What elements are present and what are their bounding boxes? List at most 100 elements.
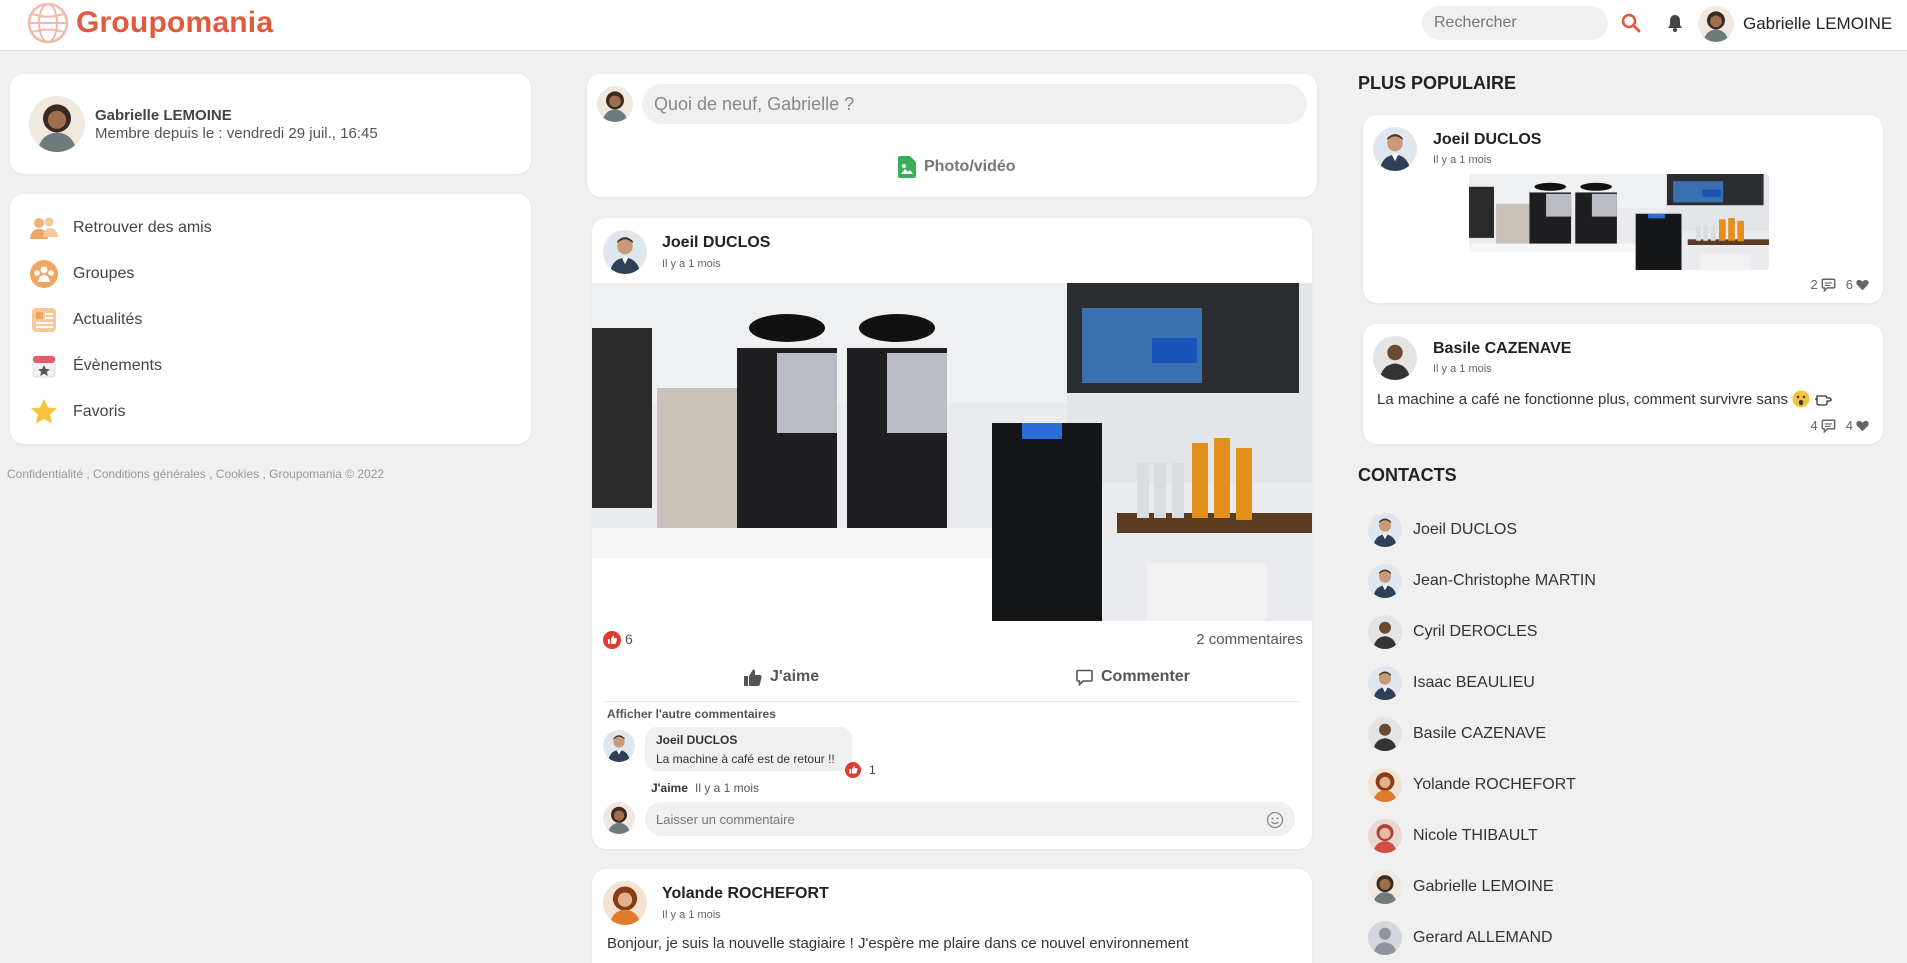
thumbs-up-icon [744,669,762,686]
contact-name: Gerard ALLEMAND [1413,929,1553,946]
contact-item[interactable]: Gerard ALLEMAND [1368,921,1553,955]
photo-video-button[interactable]: Photo/vidéo [898,156,1016,178]
emoji-icon[interactable] [1266,811,1284,829]
like-count: 6 [625,631,633,647]
avatar[interactable] [603,881,647,925]
bell-icon[interactable] [1665,13,1685,33]
composer-input[interactable] [642,84,1307,124]
sidebar-item-news[interactable]: Actualités [27,300,142,340]
comment-count[interactable]: 2 commentaires [1196,631,1303,648]
post-author[interactable]: Yolande ROCHEFORT [662,885,829,903]
popular-post[interactable]: Basile CAZENAVE Il y a 1 mois La machine… [1363,324,1883,444]
comment-time: Il y a 1 mois [695,781,760,795]
post-image[interactable] [592,283,1312,621]
like-reaction-icon [845,762,861,778]
contact-item[interactable]: Isaac BEAULIEU [1368,666,1535,700]
contact-name: Basile CAZENAVE [1413,725,1547,742]
avatar [1368,921,1402,955]
post-author[interactable]: Joeil DUCLOS [662,234,770,252]
comment-input[interactable] [645,802,1295,836]
sidebar-item-events[interactable]: Évènements [27,346,162,386]
groups-icon [27,257,61,291]
sidebar-item-friends[interactable]: Retrouver des amis [27,208,212,248]
post-stats: 4 4 [1811,418,1869,433]
avatar [1368,615,1402,649]
like-stat: 6 [1846,277,1869,292]
comment-stat: 4 [1811,418,1836,433]
globe-icon [27,2,69,44]
contact-item[interactable]: Jean-Christophe MARTIN [1368,564,1596,598]
post-time: Il y a 1 mois [662,258,721,270]
post-author[interactable]: Joeil DUCLOS [1433,131,1541,149]
header-avatar[interactable] [1698,6,1734,42]
events-icon [27,349,61,383]
comment-icon [1076,669,1093,686]
profile-card: Gabrielle LEMOINE Membre depuis le : ven… [10,74,531,174]
sidebar-item-label: Groupes [73,265,135,282]
like-button[interactable]: J'aime [744,668,819,686]
contact-item[interactable]: Cyril DEROCLES [1368,615,1537,649]
contact-item[interactable]: Joeil DUCLOS [1368,513,1517,547]
avatar[interactable] [1373,127,1417,171]
contact-name: Joeil DUCLOS [1413,521,1518,538]
divider [604,701,1300,702]
like-stat-count: 6 [1845,277,1853,292]
avatar[interactable] [603,230,647,274]
post-text: Bonjour, je suis la nouvelle stagiaire !… [607,935,1189,952]
avatar[interactable] [603,730,635,762]
contact-item[interactable]: Basile CAZENAVE [1368,717,1546,751]
sidebar-item-label: Retrouver des amis [73,219,212,236]
comment-like-count: 1 [869,763,876,777]
contact-name: Nicole THIBAULT [1413,827,1538,844]
contact-name: Jean-Christophe MARTIN [1413,572,1596,589]
surprised-emoji-icon [1792,390,1810,408]
heart-icon [1856,279,1869,290]
comment-label: Commenter [1101,668,1190,685]
popular-post[interactable]: Joeil DUCLOS Il y a 1 mois 2 6 [1363,115,1883,303]
avatar [1368,513,1402,547]
avatar[interactable] [29,96,85,152]
logo-text: Groupomania [76,6,274,39]
post-thumbnail[interactable] [1469,174,1769,270]
comment-author[interactable]: Joeil DUCLOS [656,733,737,747]
show-other-comments-link[interactable]: Afficher l'autre commentaires [607,707,776,721]
comment-stat: 2 [1811,277,1836,292]
avatar [1368,717,1402,751]
feed-post: Joeil DUCLOS Il y a 1 mois 6 2 commentai… [592,218,1312,849]
contact-name: Isaac BEAULIEU [1413,674,1535,691]
search-input[interactable] [1422,6,1608,40]
feed-post: Yolande ROCHEFORT Il y a 1 mois Bonjour,… [592,869,1312,963]
sidebar-item-groups[interactable]: Groupes [27,254,134,294]
header-user-name[interactable]: Gabrielle LEMOINE [1743,14,1892,34]
like-reaction-icon [603,631,621,649]
post-time: Il y a 1 mois [662,909,721,921]
avatar[interactable] [603,802,635,834]
like-stat-count: 4 [1845,418,1853,433]
avatar [1368,768,1402,802]
comment-icon [1821,277,1836,292]
contact-item[interactable]: Nicole THIBAULT [1368,819,1538,853]
contact-item[interactable]: Yolande ROCHEFORT [1368,768,1576,802]
comment-stat-count: 2 [1810,277,1818,292]
comment-button[interactable]: Commenter [1076,668,1190,686]
post-time: Il y a 1 mois [1433,154,1492,166]
sidebar-item-favorites[interactable]: Favoris [27,392,125,432]
avatar[interactable] [1373,336,1417,380]
avatar [1368,870,1402,904]
like-stat: 4 [1846,418,1869,433]
comment-like-button[interactable]: J'aime [651,781,688,795]
avatar[interactable] [597,86,633,122]
sidebar-item-label: Actualités [73,311,143,328]
member-since: Membre depuis le : vendredi 29 juil., 16… [95,125,378,142]
sidebar-item-label: Évènements [73,357,162,374]
comment-bubble: Joeil DUCLOS La machine à café est de re… [645,727,852,771]
logo[interactable]: Groupomania [26,1,273,45]
search-icon[interactable] [1620,12,1642,34]
profile-name[interactable]: Gabrielle LEMOINE [95,107,232,124]
post-author[interactable]: Basile CAZENAVE [1433,340,1571,358]
contact-name: Gabrielle LEMOINE [1413,878,1554,895]
footer-links[interactable]: Confidentialité , Conditions générales ,… [7,467,384,481]
contact-name: Yolande ROCHEFORT [1413,776,1576,793]
image-file-icon [898,156,916,178]
contact-item[interactable]: Gabrielle LEMOINE [1368,870,1554,904]
